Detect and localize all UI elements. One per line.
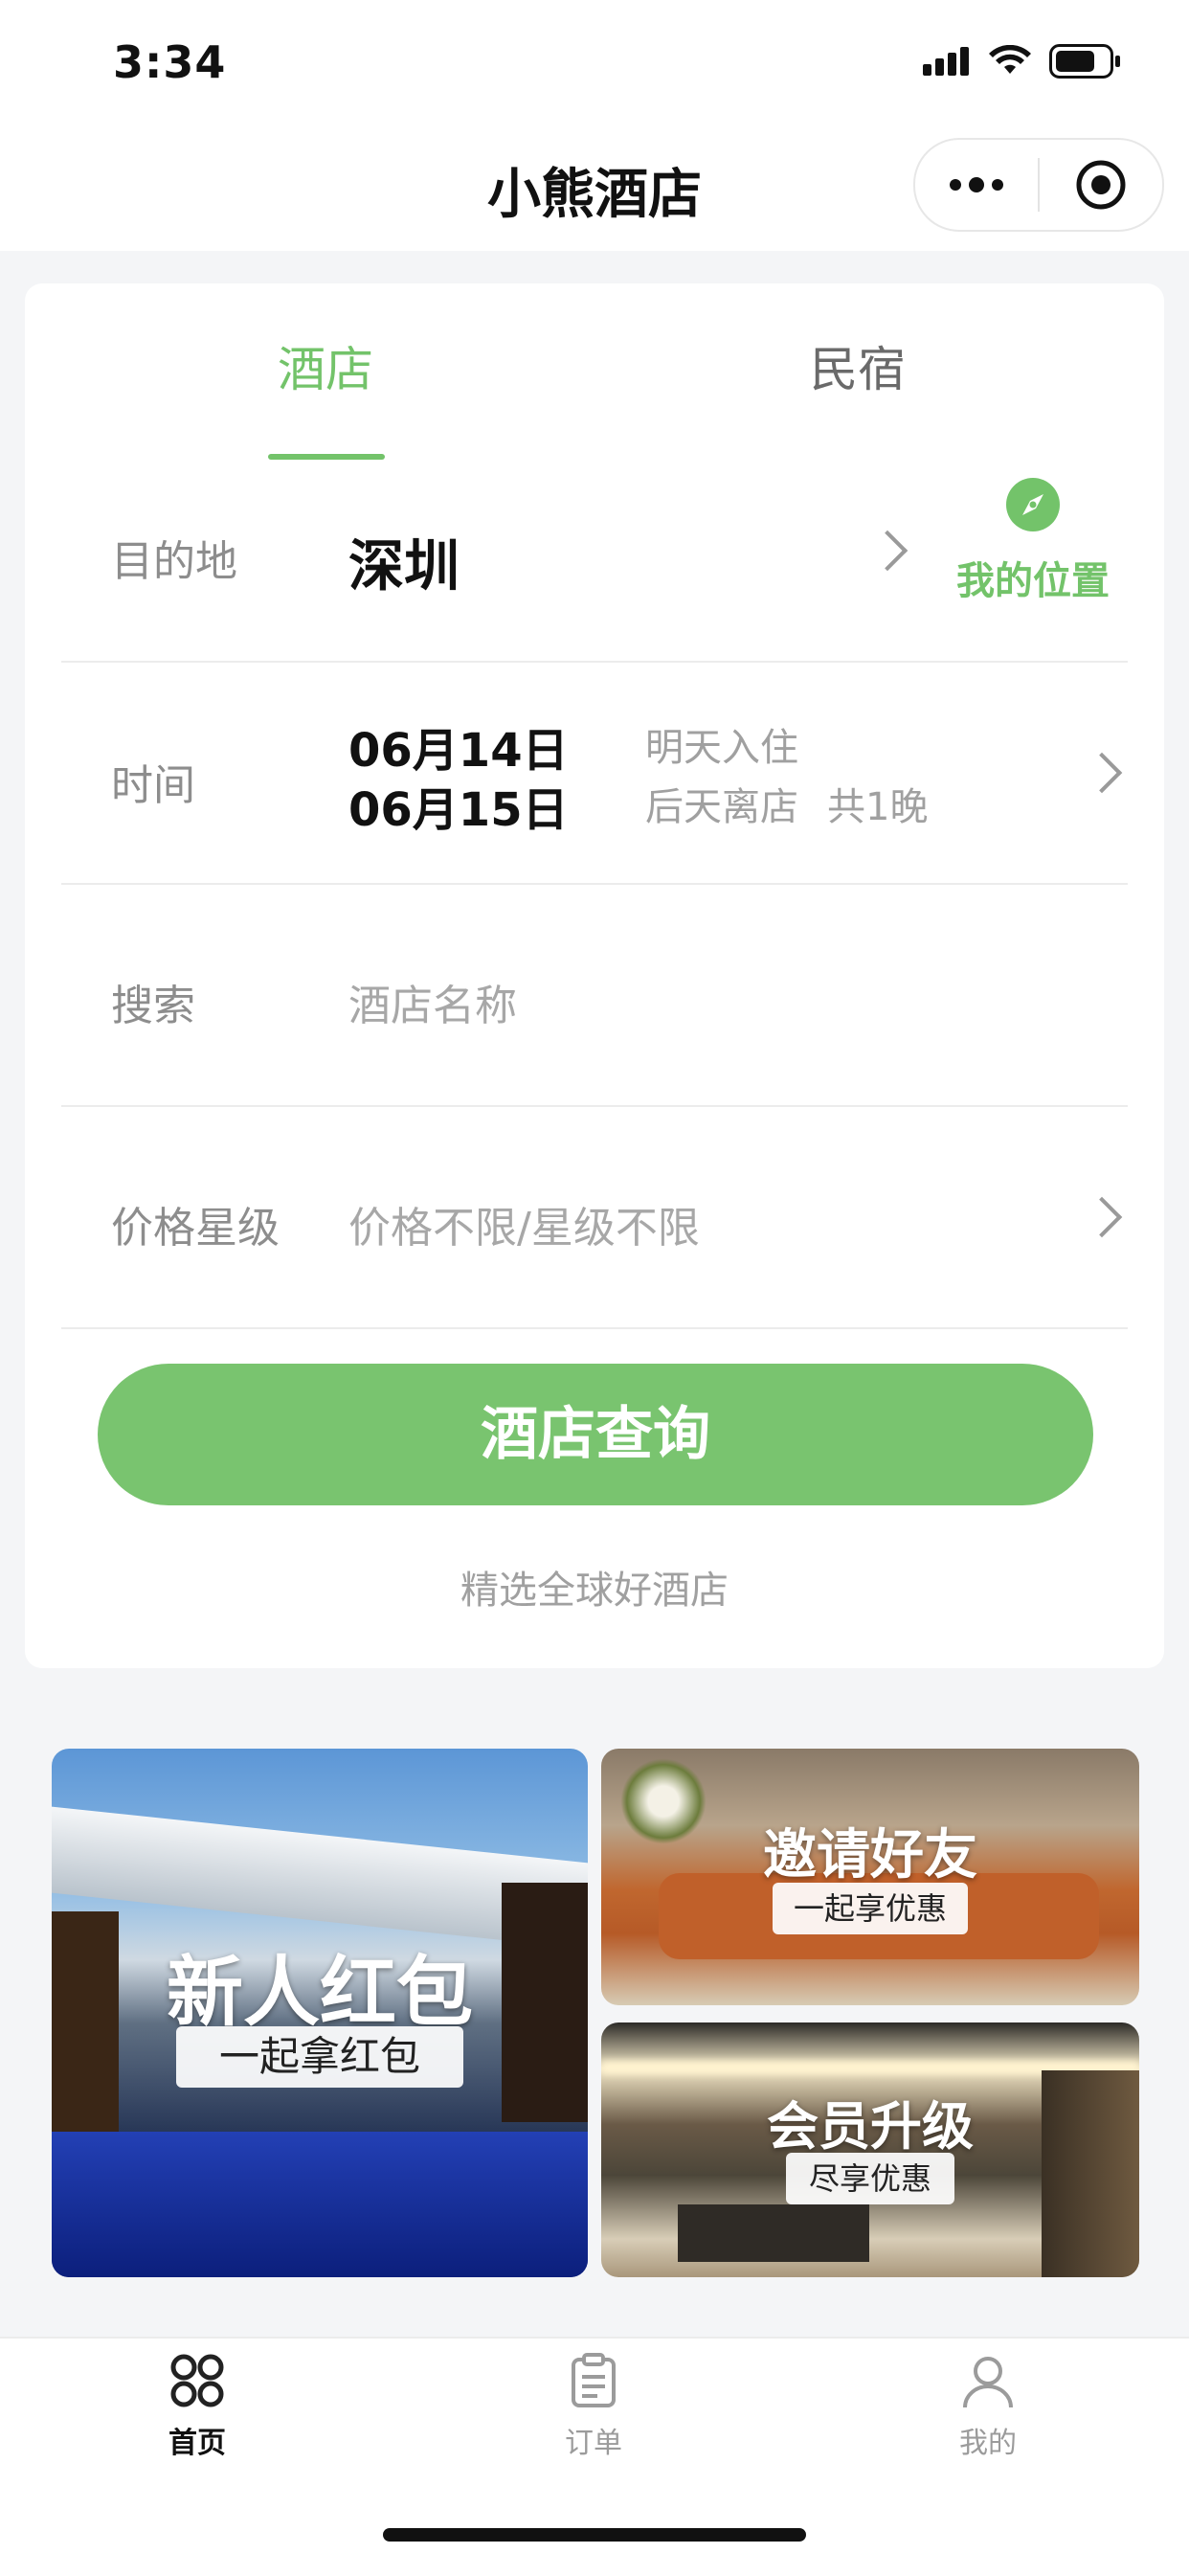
wifi-icon: [989, 45, 1031, 74]
destination-row[interactable]: 目的地 深圳 我的位置: [61, 439, 1128, 663]
category-tabs: 酒店 民宿: [25, 331, 1164, 460]
search-label: 搜索: [111, 982, 195, 1030]
vip-title: 会员升级: [767, 2096, 974, 2157]
pool-shape: [52, 2132, 588, 2277]
my-location-button[interactable]: 我的位置: [952, 477, 1114, 605]
status-bar: 3:34: [0, 0, 1189, 124]
checkout-hint: 后天离店: [645, 785, 798, 829]
chevron-right-icon: [1081, 1196, 1123, 1238]
nights-count: 共1晚: [827, 785, 929, 829]
tabbar-orders[interactable]: 订单: [498, 2352, 689, 2461]
invite-subtitle: 一起享优惠: [773, 1883, 968, 1934]
hotel-search-button[interactable]: 酒店查询: [98, 1364, 1093, 1505]
nav-bar: 小熊酒店: [0, 124, 1189, 251]
status-icons: [923, 44, 1122, 79]
my-location-label: 我的位置: [956, 559, 1110, 603]
clipboard-icon: [572, 2353, 616, 2407]
user-icon: [963, 2357, 1013, 2408]
destination-label: 目的地: [111, 537, 237, 586]
vip-upgrade-banner[interactable]: 会员升级 尽享优惠: [601, 2022, 1139, 2277]
checkin-hint: 明天入住: [645, 726, 798, 770]
more-button[interactable]: [915, 140, 1038, 230]
tabbar-home[interactable]: 首页: [101, 2352, 293, 2461]
tagline: 精选全球好酒店: [460, 1569, 729, 1613]
tabbar-mine-label: 我的: [959, 2427, 1017, 2460]
home-grid-icon: [170, 2354, 224, 2407]
coffee-table-shape: [678, 2204, 869, 2262]
checkout-date[interactable]: 06月15日: [348, 772, 569, 839]
search-row: 搜索 酒店名称: [61, 883, 1128, 1107]
tabbar-home-label: 首页: [168, 2427, 226, 2460]
price-star-label: 价格星级: [111, 1204, 280, 1253]
chevron-right-icon: [1081, 752, 1123, 794]
price-star-value[interactable]: 价格不限/星级不限: [348, 1193, 700, 1254]
new-user-title: 新人红包: [167, 1948, 473, 2037]
tabbar-mine[interactable]: 我的: [892, 2352, 1084, 2461]
date-row[interactable]: 时间 06月14日 06月15日 明天入住 后天离店 共1晚: [61, 661, 1128, 885]
battery-icon: [1049, 44, 1120, 79]
mini-program-capsule: [913, 138, 1164, 232]
invite-friends-banner[interactable]: 邀请好友 一起享优惠: [601, 1749, 1139, 2005]
more-dots-icon: [950, 177, 1003, 192]
tab-homestay[interactable]: 民宿: [810, 331, 906, 400]
new-user-banner[interactable]: 新人红包 一起拿红包: [52, 1749, 588, 2277]
vip-subtitle: 尽享优惠: [786, 2153, 954, 2204]
tab-hotel[interactable]: 酒店: [278, 331, 373, 400]
price-star-row[interactable]: 价格星级 价格不限/星级不限: [61, 1105, 1128, 1329]
signal-icon: [923, 47, 969, 76]
target-icon: [1076, 160, 1126, 210]
invite-title: 邀请好友: [763, 1824, 977, 1887]
booking-card: 酒店 民宿 目的地 深圳 我的位置 时间 06月14日 06月15日 明天入住 …: [25, 283, 1164, 1668]
checkin-date[interactable]: 06月14日: [348, 712, 569, 780]
chevron-right-icon: [866, 530, 909, 572]
status-time: 3:34: [113, 36, 227, 88]
close-miniprogram-button[interactable]: [1040, 140, 1162, 230]
new-user-subtitle: 一起拿红包: [176, 2026, 463, 2088]
destination-value[interactable]: 深圳: [348, 521, 460, 601]
compass-icon: [1006, 478, 1060, 531]
time-label: 时间: [111, 761, 195, 810]
tabbar-orders-label: 订单: [565, 2427, 622, 2460]
hotel-name-input[interactable]: 酒店名称: [348, 971, 517, 1032]
home-indicator: [383, 2528, 806, 2542]
